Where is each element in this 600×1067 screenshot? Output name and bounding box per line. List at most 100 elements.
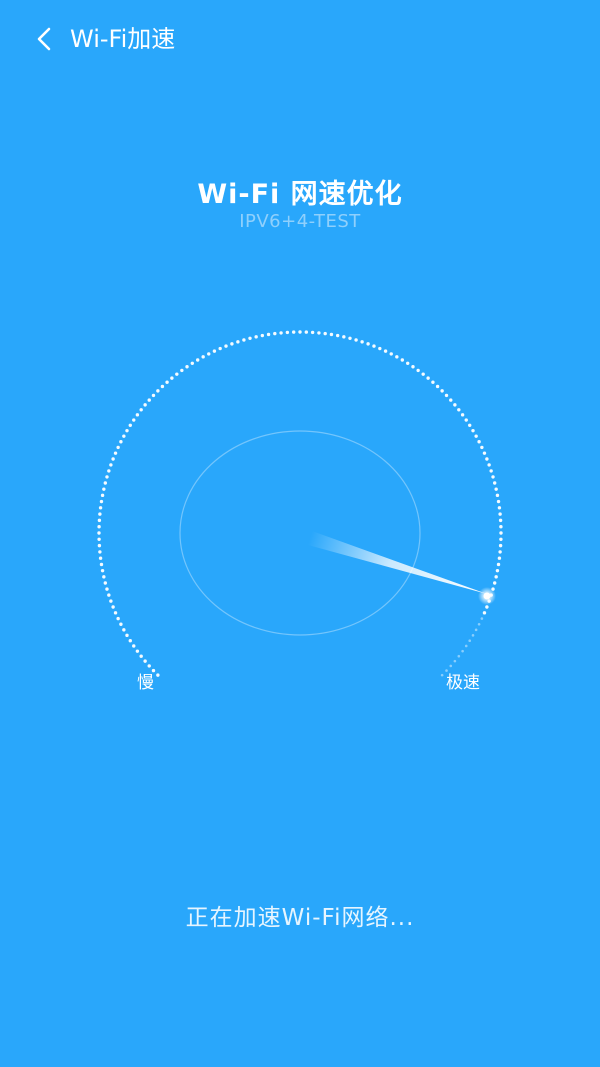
gauge-scale-dot (132, 644, 136, 648)
gauge-scale-dot (494, 487, 498, 491)
gauge-scale-dot (492, 481, 497, 485)
gauge-scale-dot (139, 408, 143, 412)
gauge-scale-dot (273, 331, 277, 336)
gauge-scale-dot (165, 380, 169, 384)
gauge-scale-dot (156, 673, 160, 677)
gauge-scale-dot (113, 611, 118, 615)
main-title: Wi-Fi 网速优化 (197, 179, 403, 210)
gauge-scale-dot (449, 664, 453, 668)
gauge-scale-dot (389, 352, 393, 356)
gauge-scale-dot (498, 512, 502, 516)
gauge-scale-dot (499, 524, 503, 529)
gauge-scale-dot (125, 428, 129, 433)
gauge-scale-dot (464, 418, 468, 422)
gauge-needle (308, 531, 487, 594)
gauge-scale-dot (156, 389, 160, 393)
gauge-scale-dot (499, 531, 503, 535)
gauge-scale-dot (98, 512, 102, 516)
gauge-scale-dot (453, 659, 457, 663)
gauge-scale-dot (147, 398, 151, 402)
gauge-scale-dot (482, 611, 487, 615)
gauge-scale-dot (440, 673, 444, 677)
gauge-label-slow: 慢 (137, 673, 154, 693)
gauge-scale-dot (180, 368, 184, 373)
gauge-scale-dot (105, 475, 109, 479)
gauge-scale-dot (477, 440, 481, 444)
gauge-scale-dot (496, 499, 501, 504)
gauge-scale-dot (170, 376, 174, 380)
gauge-scale-dot (496, 562, 501, 567)
gauge-scale-dot (457, 654, 461, 658)
gauge-scale-dot (440, 389, 444, 393)
gauge-scale-dot (175, 372, 179, 376)
gauge-scale-dot (460, 413, 465, 417)
gauge-scale-dot (411, 365, 415, 369)
gauge-scale-dot (139, 654, 143, 658)
gauge-scale-dot (431, 380, 435, 384)
gauge-scale-dot (421, 372, 425, 376)
gauge-scale-dot (485, 605, 489, 609)
gauge-scale-dot (99, 562, 104, 567)
gauge-scale-dot (242, 338, 246, 342)
gauge-scale-dot (98, 556, 103, 560)
gauge-scale-dot (218, 346, 222, 351)
top-bar: Wi-Fi加速 (0, 0, 600, 78)
gauge-scale-dot (485, 457, 489, 461)
gauge-scale-dot (190, 361, 194, 365)
gauge-scale-dot (366, 342, 370, 346)
gauge-scale-dot (383, 349, 388, 353)
gauge-scale-dot (480, 617, 484, 620)
gauge-scale-dot (395, 355, 399, 359)
gauge-scale-dot (453, 403, 457, 407)
gauge-scale-dot (224, 344, 228, 348)
gauge-scale-dot (143, 659, 147, 663)
gauge-scale-dot (426, 376, 430, 380)
gauge-label-fast: 极速 (446, 673, 480, 693)
gauge-inner-ring (179, 430, 421, 636)
gauge-scale-dot (128, 639, 132, 643)
back-button[interactable] (28, 22, 60, 56)
gauge-scale-dot (111, 605, 115, 609)
gauge-scale-dot (122, 628, 126, 632)
gauge-scale-dot (461, 649, 464, 653)
gauge-scale-dot (151, 393, 156, 398)
gauge-scale-dot (471, 428, 475, 433)
gauge-scale-dot (468, 423, 472, 427)
gauge-scale-dot (98, 550, 102, 554)
gauge-scale-dot (125, 633, 129, 638)
gauge-scale-dot (498, 550, 502, 554)
gauge-scale-dot (378, 346, 382, 351)
gauge-scale-dot (212, 349, 217, 353)
gauge-scale-dot (143, 403, 147, 407)
gauge-scale-dots (97, 330, 503, 677)
gauge-scale-dot (499, 537, 503, 542)
gauge-scale-dot (266, 332, 271, 337)
gauge-scale-dot (298, 330, 302, 334)
gauge-scale-dot (468, 639, 472, 642)
gauge-scale-dot (105, 587, 109, 591)
gauge-scale-dot (135, 413, 140, 417)
gauge-scale-dot (185, 365, 189, 369)
gauge-scale-dot (495, 493, 500, 498)
gauge-scale-dot (122, 434, 126, 438)
gauge-scale-dot (111, 457, 115, 461)
gauge-scale-dot (497, 506, 502, 510)
gauge-scale-dot (128, 423, 132, 427)
gauge-scale-dot (400, 358, 405, 362)
gauge-scale-dot (100, 493, 105, 498)
network-name: IPV6+4-TEST (239, 211, 361, 232)
gauge-scale-dot (329, 332, 334, 337)
gauge-scale-dot (317, 331, 321, 335)
gauge-scale-dot (97, 537, 101, 542)
gauge-scale-dot (201, 355, 205, 359)
gauge-scale-dot (285, 330, 290, 335)
gauge-scale-dot (480, 445, 484, 450)
gauge-scale-dot (354, 338, 358, 342)
gauge-scale-dot (102, 487, 106, 491)
gauge-scale-dot (103, 481, 108, 485)
gauge-scale-dot (97, 524, 101, 529)
page-title: Wi-Fi加速 (70, 25, 176, 53)
gauge-scale-dot (492, 581, 497, 585)
gauge-scale-dot (103, 581, 108, 585)
gauge-scale-dot (495, 568, 500, 573)
